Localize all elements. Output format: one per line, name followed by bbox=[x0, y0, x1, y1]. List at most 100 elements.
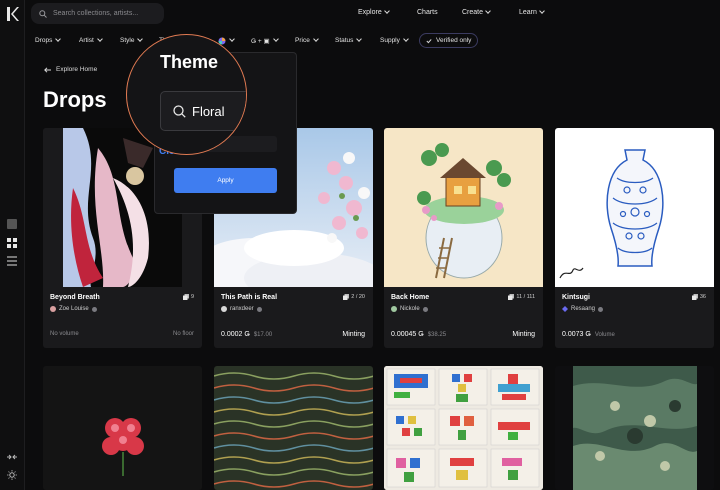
price-value: 0.00045 Ǥ bbox=[391, 331, 424, 338]
chevron-down-icon bbox=[383, 8, 390, 14]
filter-status[interactable]: Status bbox=[335, 33, 363, 48]
nav-explore[interactable]: Explore bbox=[358, 8, 390, 16]
list-view-icon[interactable] bbox=[7, 256, 17, 266]
filter-artist-label: Artist bbox=[79, 37, 94, 44]
filter-drops[interactable]: Drops bbox=[35, 33, 62, 48]
left-rail bbox=[0, 0, 25, 490]
drop-artwork[interactable] bbox=[555, 128, 714, 287]
nav-create-label: Create bbox=[462, 9, 484, 16]
drop-card[interactable] bbox=[384, 366, 543, 490]
filter-artist[interactable]: Artist bbox=[79, 33, 103, 48]
drop-artwork[interactable] bbox=[43, 366, 202, 490]
price-value: 0.0002 Ǥ bbox=[221, 331, 250, 338]
theme-sun-icon[interactable] bbox=[7, 470, 17, 480]
drop-artwork[interactable] bbox=[555, 366, 714, 490]
filter-style[interactable]: Style bbox=[120, 33, 144, 48]
filter-price[interactable]: Price bbox=[295, 33, 319, 48]
drop-artwork[interactable] bbox=[384, 128, 543, 287]
magnifier-callout: Theme Floral bbox=[126, 34, 247, 155]
chevron-down-icon bbox=[539, 8, 545, 14]
stack-icon bbox=[691, 294, 698, 300]
chevron-down-icon bbox=[403, 36, 409, 42]
creator-name: ranxdeer bbox=[230, 306, 254, 312]
price-usd: $38.25 bbox=[427, 332, 447, 338]
page-title: Drops bbox=[43, 87, 107, 112]
drop-title: Kintsugi bbox=[562, 294, 590, 301]
verified-badge-icon bbox=[422, 306, 428, 312]
chevron-down-icon bbox=[137, 36, 144, 42]
chevron-down-icon bbox=[229, 36, 235, 42]
verified-badge-icon bbox=[91, 306, 97, 312]
drop-card[interactable]: Kintsugi 36 Resaang 0.0073 Ǥ Volume bbox=[555, 128, 714, 348]
drop-title: Back Home bbox=[391, 294, 430, 301]
drop-title: This Path is Real bbox=[221, 294, 278, 301]
price: 0.00045 Ǥ $38.25 bbox=[391, 331, 446, 338]
stack-icon bbox=[182, 294, 189, 300]
search-icon bbox=[173, 104, 186, 118]
logo-icon[interactable] bbox=[7, 7, 19, 21]
price-usd: $17.00 bbox=[253, 332, 273, 338]
verified-badge-icon bbox=[598, 306, 604, 312]
back-link-label: Explore Home bbox=[56, 66, 98, 73]
drop-artwork[interactable] bbox=[384, 366, 543, 490]
avatar bbox=[391, 306, 397, 312]
creator[interactable]: Nickole bbox=[391, 306, 428, 312]
popover-heading: Theme bbox=[160, 52, 219, 72]
chevron-down-icon bbox=[272, 36, 279, 42]
drop-artwork[interactable] bbox=[214, 366, 373, 490]
creator-name: Resaang bbox=[571, 306, 596, 312]
status-text: Minting bbox=[512, 331, 535, 338]
filter-price-label: Price bbox=[295, 37, 310, 44]
drop-title: Beyond Breath bbox=[50, 294, 100, 301]
filter-format-label: Ǥ + ▣ bbox=[251, 37, 270, 45]
creator[interactable]: Zoe Louise bbox=[50, 306, 97, 312]
grid-view-icon[interactable] bbox=[7, 238, 17, 248]
filter-verified-label: Verified only bbox=[436, 37, 472, 44]
chevron-down-icon bbox=[485, 8, 491, 14]
creator-name: Zoe Louise bbox=[59, 306, 89, 312]
status-text: Minting bbox=[342, 331, 365, 338]
drop-card[interactable] bbox=[555, 366, 714, 490]
price-value: 0.0073 Ǥ bbox=[562, 331, 591, 338]
chevron-down-icon bbox=[96, 36, 103, 42]
creator[interactable]: Resaang bbox=[562, 306, 604, 312]
collapse-arrows-icon[interactable] bbox=[7, 452, 17, 462]
avatar bbox=[221, 306, 227, 312]
avatar bbox=[50, 306, 56, 312]
stack-icon bbox=[343, 294, 350, 300]
nav-explore-label: Explore bbox=[358, 9, 382, 16]
nav-charts[interactable]: Charts bbox=[417, 9, 438, 16]
chevron-down-icon bbox=[312, 36, 319, 42]
floor-text: No floor bbox=[172, 331, 194, 337]
filter-verified-only[interactable]: Verified only bbox=[419, 33, 479, 48]
price: 0.0073 Ǥ Volume bbox=[562, 331, 615, 338]
chevron-down-icon bbox=[356, 36, 363, 42]
nav-create[interactable]: Create bbox=[462, 8, 491, 16]
filter-supply[interactable]: Supply bbox=[380, 33, 409, 48]
drop-card[interactable] bbox=[214, 366, 373, 490]
edition-count-label: 2 / 20 bbox=[351, 294, 365, 300]
price-usd: Volume bbox=[594, 332, 615, 338]
apply-button[interactable]: Apply bbox=[174, 168, 277, 193]
filter-format[interactable]: Ǥ + ▣ bbox=[251, 33, 279, 48]
chevron-down-icon bbox=[55, 36, 62, 42]
edition-count: 11 / 111 bbox=[508, 294, 535, 300]
filter-status-label: Status bbox=[335, 37, 354, 44]
theme-search-input[interactable]: Floral bbox=[160, 91, 246, 131]
nav-charts-label: Charts bbox=[417, 9, 438, 16]
drop-card[interactable] bbox=[43, 366, 202, 490]
square-view-icon[interactable] bbox=[7, 219, 17, 229]
search-icon bbox=[39, 9, 47, 18]
nav-learn[interactable]: Learn bbox=[519, 8, 545, 16]
creator-name: Nickole bbox=[400, 306, 420, 312]
drop-card[interactable]: Back Home 11 / 111 Nickole 0.00045 Ǥ $38.… bbox=[384, 128, 543, 348]
creator[interactable]: ranxdeer bbox=[221, 306, 262, 312]
edition-count: 36 bbox=[691, 294, 706, 300]
edition-count-label: 11 / 111 bbox=[516, 294, 535, 300]
price: 0.0002 Ǥ $17.00 bbox=[221, 331, 272, 338]
nav-learn-label: Learn bbox=[519, 9, 537, 16]
search-input[interactable]: Search collections, artists... bbox=[31, 3, 164, 24]
filter-supply-label: Supply bbox=[380, 37, 400, 44]
back-link[interactable]: Explore Home bbox=[44, 66, 97, 73]
volume-text: No volume bbox=[50, 331, 79, 337]
